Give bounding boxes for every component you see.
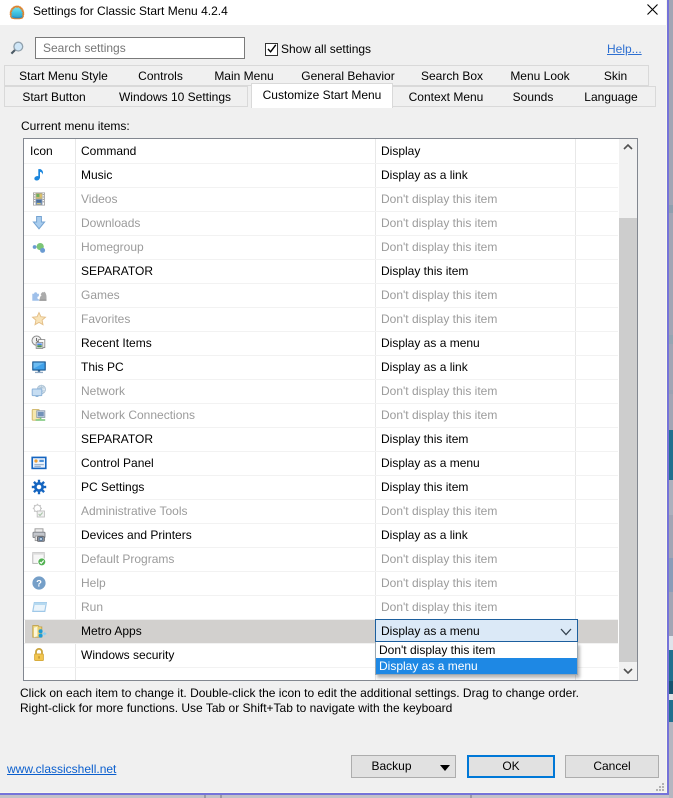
svg-text:?: ? — [36, 578, 42, 589]
